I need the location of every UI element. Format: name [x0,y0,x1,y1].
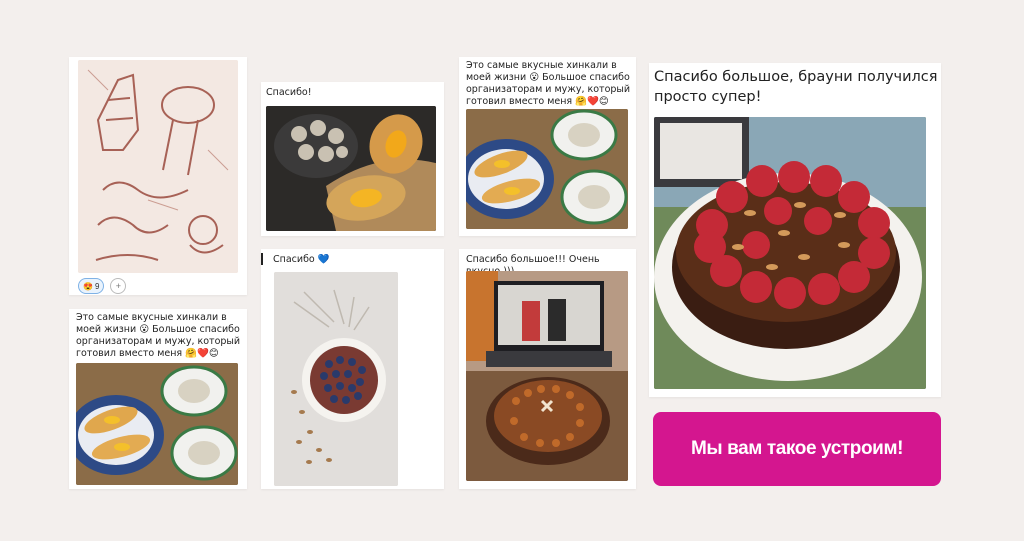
add-reaction-icon[interactable]: + [110,278,127,294]
review-caption: Это самые вкусные хинкали в моей жизни 😮… [466,60,631,107]
khachapuri-photo [266,106,436,231]
review-card-brownie-large: Спасибо большое, брауни получился просто… [649,63,941,397]
review-card-khinkali-2: Это самые вкусные хинкали в моей жизни 😮… [69,309,247,489]
reaction-pill[interactable]: 😍 9 [78,278,105,294]
reactions-bar: 😍 9 + [78,278,127,294]
review-caption-text: Спасибо большое, брауни получился просто… [654,69,938,105]
review-card-brownie-laptop: Спасибо большое!!! Очень вкусно ))) [459,249,636,489]
reaction-count: 9 [94,281,100,291]
review-caption: Спасибо! [266,87,312,98]
review-card-tart: Спасибо 💙 [261,249,444,489]
khinkali-photo-2 [76,363,238,485]
review-card-thanks: Спасибо! [261,82,444,236]
caption-marker [261,253,263,265]
brownie-laptop-photo [466,271,628,481]
tart-photo [274,272,398,486]
reaction-emoji: 😍 [83,281,93,291]
review-caption: Это самые вкусные хинкали в моей жизни 😮… [76,312,241,359]
review-card-artwork: 😍 9 + [69,57,247,295]
strawberry-brownie-photo [654,117,926,389]
khinkali-photo [466,109,628,229]
review-caption: Спасибо 💙 [273,254,330,265]
review-card-khinkali: Это самые вкусные хинкали в моей жизни 😮… [459,57,636,236]
review-caption-large: Спасибо большое, брауни получился просто… [654,67,938,107]
cta-button[interactable]: Мы вам такое устроим! [653,412,941,486]
artwork-photo [78,60,238,273]
